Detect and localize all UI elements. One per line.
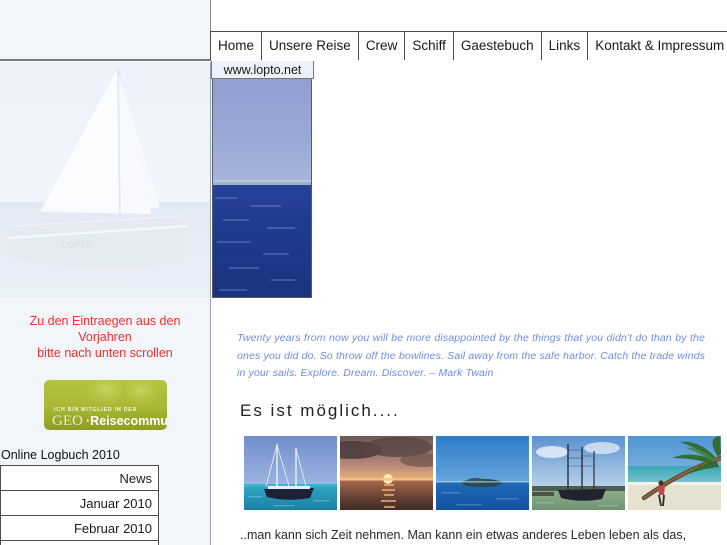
hero-ocean-image <box>212 62 312 298</box>
page-headline: Es ist möglich.... <box>240 400 400 420</box>
nav-gaestebuch[interactable]: Gaestebuch <box>453 32 542 60</box>
left-sidebar: Zu den Eintraegen aus den Vorjahren bitt… <box>0 299 211 545</box>
photo-sailboat-anchored[interactable] <box>244 435 337 510</box>
photo-strip <box>244 435 727 510</box>
sidebar-item-februar-2010[interactable]: Februar 2010 <box>1 516 158 541</box>
mark-twain-quote: Twenty years from now you will be more d… <box>237 332 705 379</box>
geo-badge-community: ·Reisecommunity <box>86 414 167 428</box>
sidebar-notice: Zu den Eintraegen aus den Vorjahren bitt… <box>3 313 207 361</box>
main-navigation: Home Unsere Reise Crew Schiff Gaestebuch… <box>210 31 727 60</box>
nav-unsere-reise[interactable]: Unsere Reise <box>262 32 359 60</box>
palm-beach-graphic <box>628 435 721 510</box>
island-horizon-graphic <box>436 435 529 510</box>
header-left-panel <box>0 0 211 61</box>
geo-badge-graphic: ICH BIN MITGLIED IN DER GEO ·Reisecommun… <box>43 380 167 430</box>
sidebar-menu: News Januar 2010 Februar 2010 <box>0 465 159 545</box>
photo-sunset-sea[interactable] <box>340 435 433 510</box>
sunset-sea-graphic <box>340 435 433 510</box>
geo-reisecommunity-badge[interactable]: ICH BIN MITGLIED IN DER GEO ·Reisecommun… <box>43 380 167 430</box>
geo-badge-wrapper: ICH BIN MITGLIED IN DER GEO ·Reisecommun… <box>0 380 210 430</box>
svg-text:LOPTO: LOPTO <box>62 240 92 250</box>
sidebar-notice-line2: bitte nach unten scrollen <box>37 346 173 360</box>
site-url-tab[interactable]: www.lopto.net <box>211 61 314 79</box>
sidebar-item-news[interactable]: News <box>1 466 158 491</box>
photo-palm-beach[interactable] <box>628 435 721 510</box>
nav-kontakt-impressum[interactable]: Kontakt & Impressum <box>588 32 727 60</box>
photo-island-horizon[interactable] <box>436 435 529 510</box>
ocean-illustration <box>213 63 311 297</box>
body-paragraph: ..man kann sich Zeit nehmen. Man kann ei… <box>240 526 703 545</box>
nav-schiff[interactable]: Schiff <box>405 32 454 60</box>
main-content: Twenty years from now you will be more d… <box>212 299 727 545</box>
body-line-1: ..man kann sich Zeit nehmen. Man kann ei… <box>240 527 687 542</box>
sidebar-notice-line1: Zu den Eintraegen aus den Vorjahren <box>29 314 181 344</box>
geo-badge-brand: GEO <box>52 413 83 429</box>
nav-links[interactable]: Links <box>541 32 589 60</box>
tall-ship-dock-graphic <box>532 435 625 510</box>
nav-crew[interactable]: Crew <box>358 32 406 60</box>
sailboat-illustration: LOPTO <box>0 62 210 298</box>
sailboat-anchored-graphic <box>244 435 337 510</box>
sidebar-item-januar-2010[interactable]: Januar 2010 <box>1 491 158 516</box>
page-root: Home Unsere Reise Crew Schiff Gaestebuch… <box>0 0 727 545</box>
photo-tall-ship-dock[interactable] <box>532 435 625 510</box>
sidebar-item-partial[interactable] <box>1 541 158 545</box>
hero-sailboat-image: LOPTO <box>0 62 211 298</box>
nav-home[interactable]: Home <box>210 32 263 60</box>
logbook-title: Online Logbuch 2010 <box>1 448 120 462</box>
